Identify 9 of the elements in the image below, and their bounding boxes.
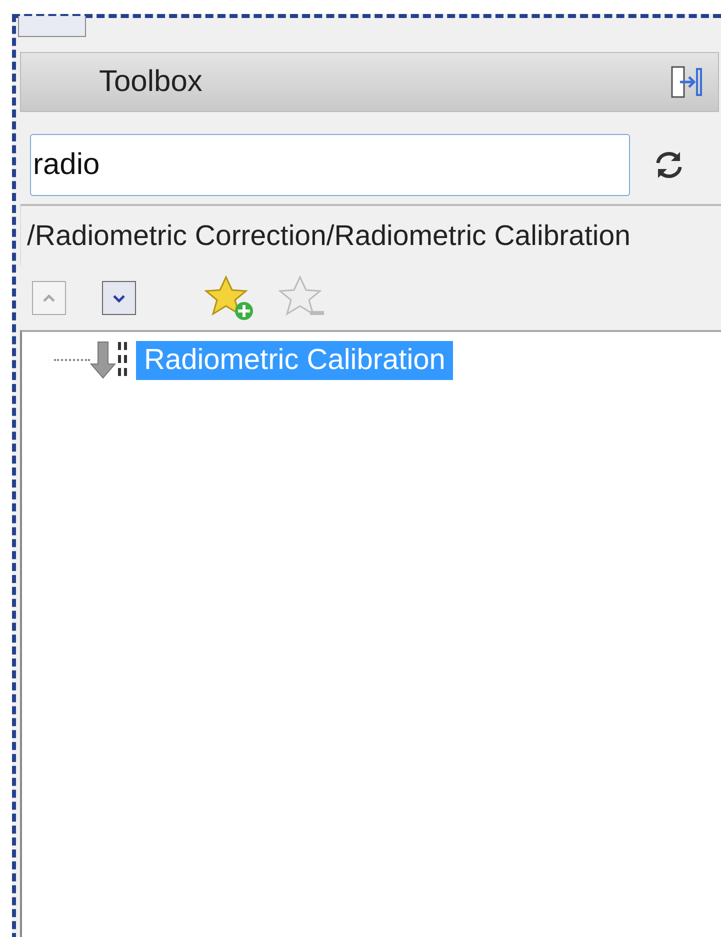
panel-tab[interactable] xyxy=(18,16,86,37)
add-favorite-icon[interactable] xyxy=(204,275,254,321)
move-down-button[interactable] xyxy=(102,281,136,315)
search-field[interactable]: radio xyxy=(30,134,630,196)
panel-title: Toolbox xyxy=(99,65,202,99)
dock-icon[interactable] xyxy=(670,65,704,99)
path-text: /Radiometric Correction/Radiometric Calibration xyxy=(27,220,630,252)
caret-icon xyxy=(42,294,56,302)
caret-icon xyxy=(112,294,126,302)
